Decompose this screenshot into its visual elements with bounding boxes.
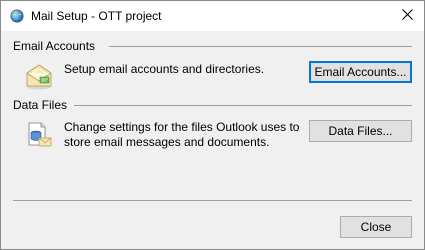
email-accounts-divider (109, 46, 412, 47)
data-files-description: Change settings for the files Outlook us… (64, 120, 300, 149)
email-accounts-description: Setup email accounts and directories. (64, 62, 265, 76)
title-bar: Mail Setup - OTT project (1, 1, 424, 31)
close-icon (401, 9, 413, 23)
close-window-button[interactable] (390, 1, 424, 31)
footer-divider (13, 200, 412, 201)
data-files-icon (24, 119, 54, 152)
mail-setup-globe-icon (10, 9, 24, 23)
mail-setup-dialog: Mail Setup - OTT project Email Accounts … (0, 0, 425, 250)
email-accounts-heading: Email Accounts (13, 39, 96, 53)
data-files-heading: Data Files (13, 98, 68, 112)
data-files-divider (74, 105, 412, 106)
data-files-button[interactable]: Data Files... (309, 120, 412, 142)
email-accounts-icon (24, 61, 54, 94)
window-title: Mail Setup - OTT project (31, 9, 162, 23)
close-button[interactable]: Close (340, 216, 412, 238)
email-accounts-button[interactable]: Email Accounts... (309, 61, 412, 83)
